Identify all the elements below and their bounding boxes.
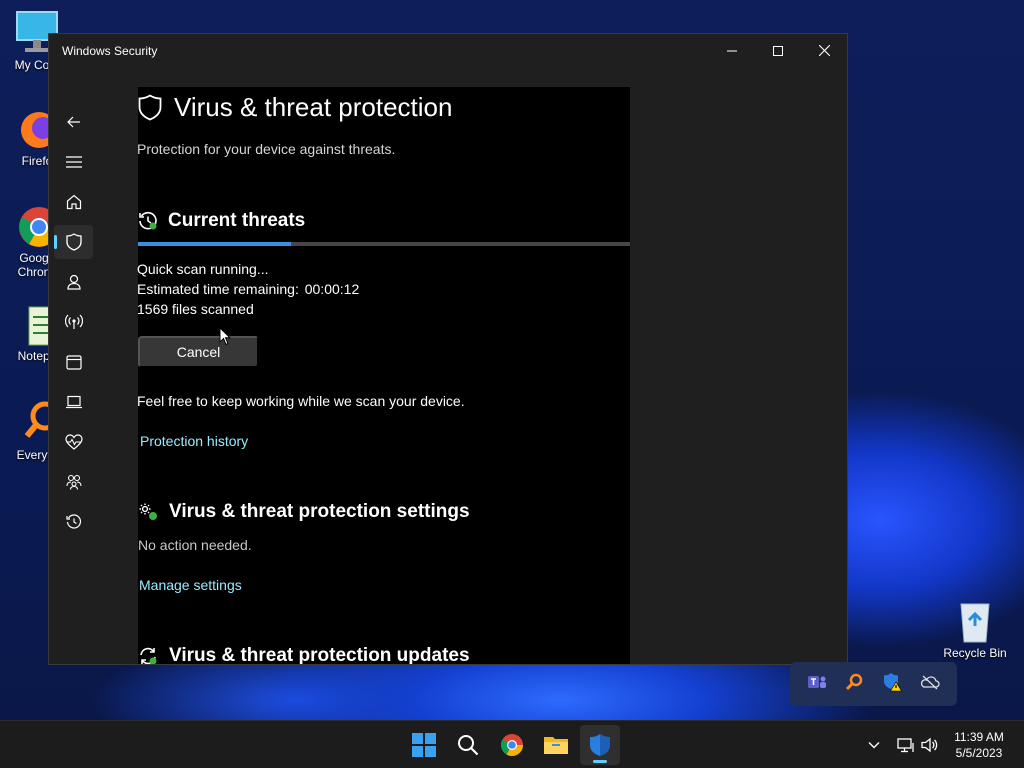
history-icon [65,514,81,529]
current-threats-title: Current threats [168,210,306,231]
network-icon [897,738,914,753]
clock-time: 11:39 AM [954,730,1004,744]
chrome-icon [501,734,523,756]
protection-history-link[interactable]: Protection history [140,433,248,449]
onedrive-off-icon [920,675,940,689]
threat-history-icon [139,211,157,230]
menu-button[interactable] [54,145,93,179]
close-button[interactable] [801,34,847,67]
clock-date: 5/5/2023 [955,746,1003,760]
time-remaining-label: Estimated time remaining: [137,281,299,297]
content-panel: Virus & threat protection Protection for… [137,87,630,665]
nav-family-options[interactable] [54,465,93,499]
home-icon [66,194,81,210]
window-title: Windows Security [62,43,158,58]
nav-home[interactable] [54,185,93,219]
nav-virus-threat-protection[interactable] [54,225,93,259]
back-button[interactable] [54,105,93,139]
tray-popup-security[interactable] [882,672,902,697]
minimize-button[interactable] [709,34,755,67]
teams-icon [808,675,827,688]
tray-overflow-button[interactable] [858,725,890,765]
everything-search-icon [846,673,863,690]
scan-progress-fill [138,242,291,246]
wifi-antenna-icon [64,314,83,329]
page-header: Virus & threat protection [138,92,452,123]
security-warning-icon [883,672,902,691]
search-icon [458,735,479,756]
laptop-icon [65,395,82,409]
navigation-sidebar [49,67,97,664]
title-bar[interactable]: Windows Security [49,34,847,67]
nav-app-browser-control[interactable] [54,345,93,379]
nav-protection-history[interactable] [54,505,93,539]
maximize-icon [773,45,783,56]
shield-icon [138,94,162,121]
family-icon [65,474,82,490]
desktop-icon-recycle-bin[interactable]: Recycle Bin [940,598,1010,660]
tray-overflow-popup [790,662,957,706]
refresh-icon [140,647,157,664]
tray-volume[interactable] [918,725,942,765]
updates-section-header: Virus & threat protection updates [138,645,470,665]
heart-pulse-icon [64,434,83,450]
taskbar-windows-security[interactable] [580,725,620,765]
current-threats-header: Current threats [138,210,305,232]
back-arrow-icon [66,116,80,128]
updates-section-title: Virus & threat protection updates [169,645,470,665]
tray-popup-everything[interactable] [845,673,863,696]
chevron-up-icon [868,742,880,749]
volume-icon [921,737,938,753]
hamburger-icon [65,156,82,168]
shield-icon [65,233,82,251]
maximize-button[interactable] [755,34,801,67]
main-pane: Virus & threat protection Protection for… [97,67,847,665]
windows-security-icon [590,734,610,756]
minimize-icon [727,50,737,51]
settings-section-title: Virus & threat protection settings [169,501,470,522]
taskbar-clock[interactable]: 11:39 AM 5/5/2023 [944,729,1014,761]
page-subtitle: Protection for your device against threa… [137,141,396,157]
tray-network[interactable] [894,725,918,765]
scan-time-remaining: Estimated time remaining: 00:00:12 [137,281,359,297]
app-window-icon [65,354,82,370]
scan-status: Quick scan running... [137,261,269,277]
close-icon [818,45,830,56]
nav-settings[interactable] [54,657,93,664]
nav-firewall-network[interactable] [54,305,93,339]
person-icon [66,274,81,290]
tray-popup-onedrive[interactable] [920,674,940,695]
time-remaining-value: 00:00:12 [304,281,360,297]
start-button[interactable] [404,725,444,765]
scan-progress-bar [138,242,630,246]
taskbar-chrome[interactable] [492,725,532,765]
mouse-cursor-icon [219,327,231,346]
desktop-icon-label: Recycle Bin [943,646,1007,660]
nav-device-performance-health[interactable] [54,425,93,459]
recycle-bin-icon [960,603,990,643]
page-title: Virus & threat protection [174,92,453,122]
taskbar-file-explorer[interactable] [536,725,576,765]
scan-message: Feel free to keep working while we scan … [137,393,465,409]
settings-section-header: Virus & threat protection settings [138,501,470,523]
taskbar-search-button[interactable] [448,725,488,765]
windows-security-window: Windows Security Virus & threat protecti… [48,33,848,665]
files-scanned: 1569 files scanned [137,301,254,317]
windows-start-icon [412,733,436,757]
taskbar: 11:39 AM 5/5/2023 [0,720,1024,768]
cancel-scan-button[interactable]: Cancel [138,336,259,368]
settings-gear-icon [139,503,157,520]
settings-status: No action needed. [138,537,252,553]
nav-device-security[interactable] [54,385,93,419]
manage-settings-link[interactable]: Manage settings [139,577,242,593]
file-explorer-icon [544,737,568,754]
tray-popup-teams[interactable] [807,673,827,696]
nav-account-protection[interactable] [54,265,93,299]
